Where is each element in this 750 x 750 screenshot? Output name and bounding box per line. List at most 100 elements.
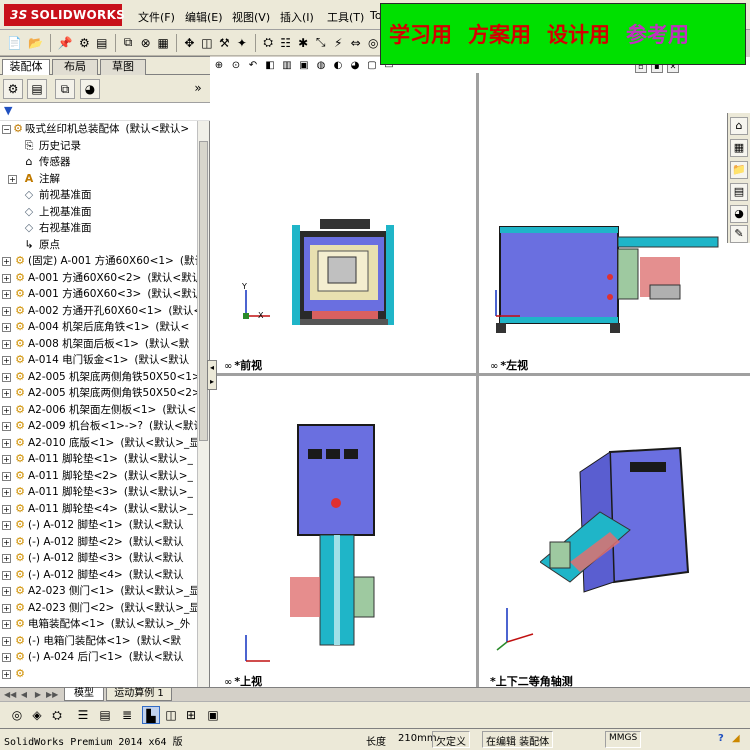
rebuild-icon[interactable]: ⚙ [78,34,92,52]
zoom-to-fit-icon[interactable]: ⊕ [212,59,226,73]
tree-component[interactable]: + ⚙ A2-005 机架底两侧角铁50X50<1> [0,369,198,385]
expand-icon[interactable]: + [2,604,11,613]
expand-icon[interactable]: + [2,373,11,382]
tree-item[interactable]: ◇ 右视基准面 [0,220,198,236]
explode-line-sketch-icon[interactable]: ⤡ [314,34,328,52]
expand-icon[interactable]: + [2,521,11,530]
tree-component[interactable]: + ⚙ (-) A-012 脚垫<3> (默认<默认 [0,550,198,566]
expand-icon[interactable]: + [2,653,11,662]
tree-item[interactable]: ⎘ 历史记录 [0,138,198,154]
tree-item[interactable]: ↳ 原点 [0,237,198,253]
tree-component[interactable]: + ⚙ A-001 方通60X60<2> (默认<默认 [0,270,198,286]
view-cube-icon[interactable]: ◈ [28,706,46,724]
first-tab-icon[interactable]: ◀◀ [4,689,16,700]
tree-component[interactable]: + ⚙ A2-005 机架底两侧角铁50X50<2> [0,385,198,401]
tree-component[interactable]: +⚙A2-009 机台板<1>->?(默认<默认 [0,418,198,434]
apply-scene-icon[interactable]: ▢ [365,59,379,73]
component-pattern-icon[interactable]: ▦ [156,34,170,52]
viewport-divider-vertical[interactable] [476,73,479,687]
tab-motion-study[interactable]: 运动算例 1 [106,688,172,701]
options-icon[interactable]: ▤ [95,34,109,52]
configuration-manager-icon[interactable]: ⧉ [55,79,75,99]
expand-icon[interactable]: + [2,257,11,266]
expand-icon[interactable]: + [2,389,11,398]
tab-layout[interactable]: 布局 [52,59,98,75]
tree-component[interactable]: +⚙(固定) A-001 方通60X60<1>(默认 [0,253,198,269]
grid-list-icon[interactable]: ▤ [96,706,114,724]
display-style-icon[interactable]: ◍ [314,59,328,73]
custom-properties-icon[interactable]: ✎ [730,225,748,243]
expand-icon[interactable]: + [2,323,11,332]
solidworks-logo[interactable]: 3S SOLIDWORKS [4,4,125,26]
new-document-icon[interactable]: 📄 [6,34,23,52]
assembly-features-icon[interactable]: ⚒ [218,34,232,52]
prev-tab-icon[interactable]: ◀ [18,689,30,700]
tree-component[interactable]: + ⚙ A-011 脚轮垫<4> (默认<默认>_ [0,501,198,517]
tree-component[interactable]: + ⚙ (-) A-024 后门<1> (默认<默认 [0,649,198,665]
resize-grip-icon[interactable]: ◢ [732,733,740,744]
tree-component[interactable]: + ⚙ (-) 电箱门装配体<1> (默认<默 [0,633,198,649]
zoom-area-icon[interactable]: ⊙ [229,59,243,73]
clearance-verification-icon[interactable]: ⇔ [349,34,363,52]
view-orientation-icon[interactable]: ▣ [297,59,311,73]
tree-item[interactable]: ⌂ 传感器 [0,154,198,170]
expand-icon[interactable]: + [2,637,11,646]
previous-view-icon[interactable]: ↶ [246,59,260,73]
menu-file[interactable]: 文件(F) [138,9,175,25]
unit-system-selector[interactable]: MMGS [605,731,642,748]
pin-icon[interactable]: 📌 [57,34,74,52]
expand-icon[interactable]: + [2,670,11,679]
dynamic-annotation-icon[interactable]: ▥ [280,59,294,73]
expand-icon[interactable]: + [8,175,17,184]
expand-icon[interactable]: + [2,587,11,596]
file-explorer-icon[interactable]: 📁 [730,161,748,179]
menu-edit[interactable]: 编辑(E) [185,9,223,25]
resources-icon[interactable]: ⌂ [730,117,748,135]
expand-icon[interactable]: + [2,455,11,464]
mate-icon[interactable]: ⊗ [139,34,153,52]
tab-sketch[interactable]: 草图 [100,59,146,75]
reference-geometry-icon[interactable]: ✦ [235,34,249,52]
scrollbar-thumb[interactable] [199,141,208,441]
view-palette-icon[interactable]: ▤ [730,183,748,201]
tree-component-partial[interactable]: + ⚙ [0,666,198,682]
property-manager-icon[interactable]: ▤ [27,79,47,99]
display-manager-icon[interactable]: ◕ [80,79,100,99]
menu-insert[interactable]: 插入(I) [280,9,314,25]
expand-icon[interactable]: + [2,554,11,563]
expand-icon[interactable]: + [2,290,11,299]
insert-component-icon[interactable]: ⧉ [121,34,135,52]
tree-root-assembly[interactable]: − ⚙ 吸式丝印机总装配体 (默认<默认> [0,121,198,137]
tree-component[interactable]: + ⚙ A-014 电门钣金<1> (默认<默认 [0,352,198,368]
menu-view[interactable]: 视图(V) [232,9,270,25]
exploded-view-icon[interactable]: ✱ [296,34,310,52]
feature-manager-icon[interactable]: ⚙ [3,79,23,99]
tree-component[interactable]: + ⚙ A-011 脚轮垫<3> (默认<默认>_ [0,484,198,500]
top-view-model[interactable] [280,417,440,657]
new-motion-study-icon[interactable]: ⛭ [261,34,275,52]
two-view-icon[interactable]: ◫ [162,706,180,724]
tree-scrollbar[interactable] [197,121,209,687]
next-tab-icon[interactable]: ▶ [32,689,44,700]
link-views-icon[interactable]: ▣ [204,706,222,724]
tab-model[interactable]: 模型 [64,688,104,701]
expand-icon[interactable]: + [2,505,11,514]
tree-component[interactable]: + ⚙ A2-010 底版<1> (默认<默认>_显 [0,435,198,451]
menu-tools[interactable]: 工具(T) [327,9,364,25]
view-orientation-icon[interactable]: ◎ [8,706,26,724]
hole-alignment-icon[interactable]: ◎ [366,34,380,52]
tree-component[interactable]: + ⚙ A-002 方通开孔60X60<1> (默认< [0,303,198,319]
last-tab-icon[interactable]: ▶▶ [46,689,58,700]
tree-component[interactable]: + ⚙ (-) A-012 脚垫<1> (默认<默认 [0,517,198,533]
hide-show-icon[interactable]: ◐ [331,59,345,73]
isometric-view-model[interactable] [540,442,710,607]
interference-detection-icon[interactable]: ⚡ [331,34,345,52]
expand-icon[interactable]: + [2,356,11,365]
viewport-divider-horizontal[interactable] [210,373,750,376]
tree-component[interactable]: + ⚙ A2-006 机架面左侧板<1> (默认< [0,402,198,418]
tree-component[interactable]: + ⚙ A2-023 侧门<1> (默认<默认>_显 [0,583,198,599]
expand-icon[interactable]: + [2,571,11,580]
bill-of-materials-icon[interactable]: ☷ [279,34,293,52]
move-component-icon[interactable]: ✥ [183,34,197,52]
tab-assembly[interactable]: 装配体 [2,59,50,76]
